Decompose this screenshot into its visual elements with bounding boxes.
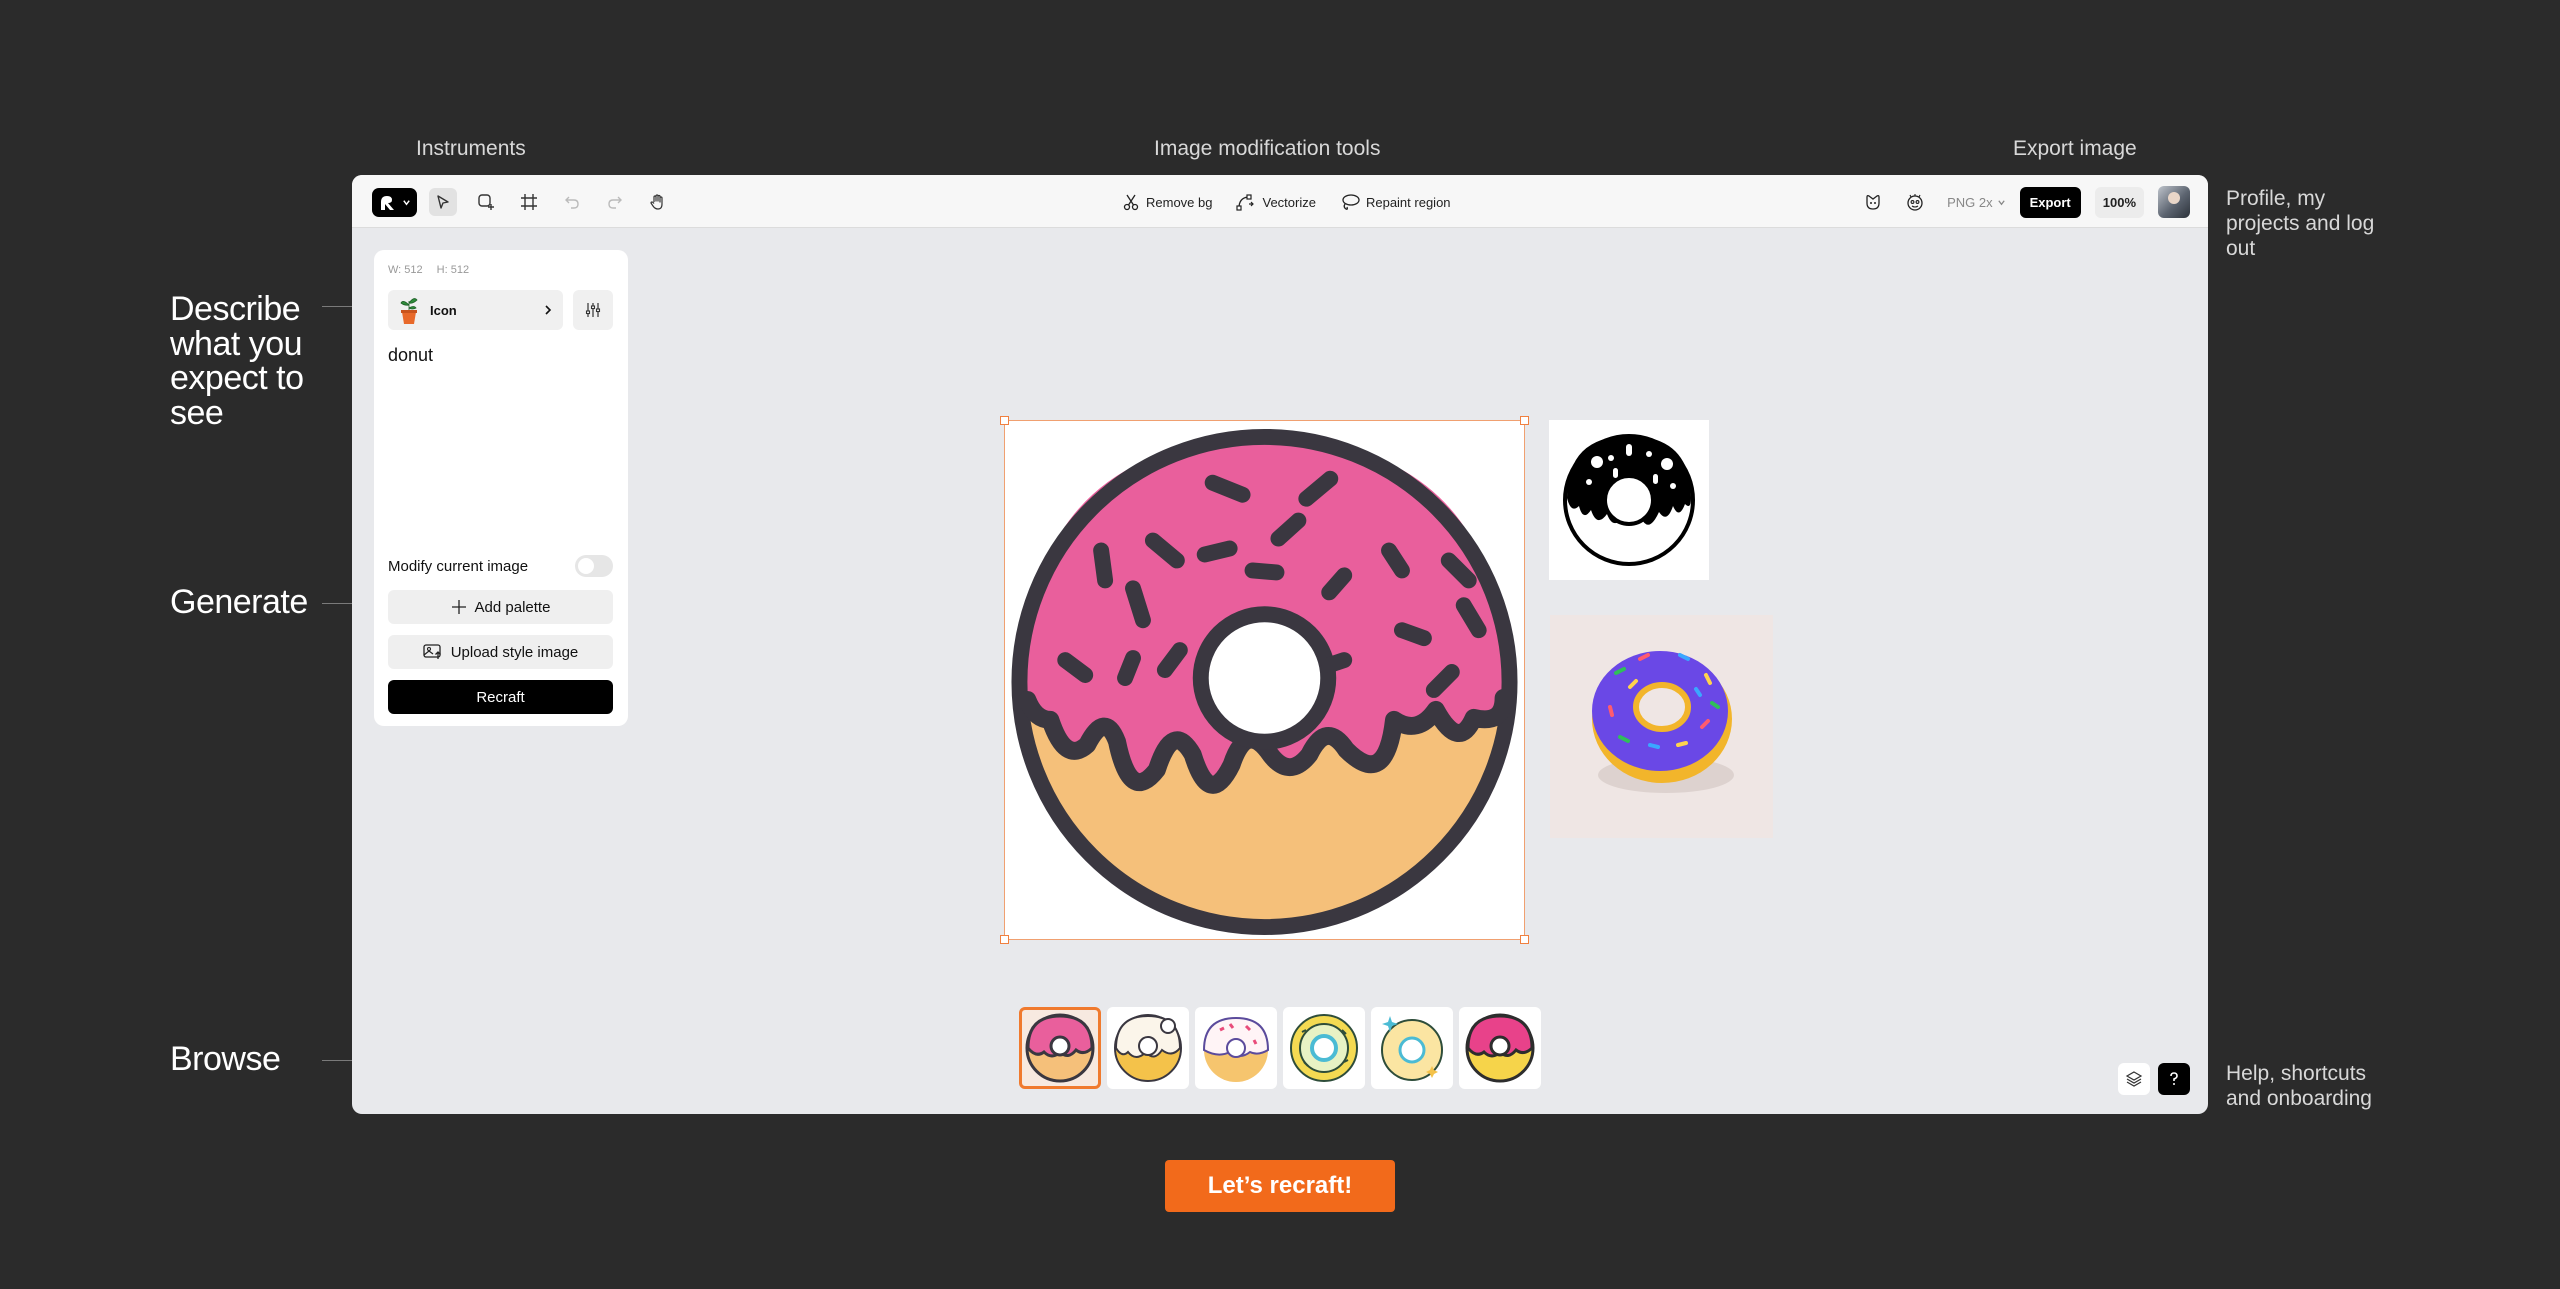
avatar[interactable]	[2158, 186, 2190, 218]
browse-thumbnail[interactable]	[1019, 1007, 1101, 1089]
generate-panel: W: 512 H: 512 Icon donut Modify current …	[374, 250, 628, 726]
modify-current-image-label: Modify current image	[388, 557, 529, 575]
donut-illustration	[1011, 428, 1518, 936]
pink-yellow-donut-thumb	[1465, 1013, 1535, 1083]
browse-thumbnail[interactable]	[1459, 1007, 1541, 1089]
black-donut-illustration	[1563, 434, 1695, 566]
annotation-generate: Generate	[170, 583, 308, 621]
height-value[interactable]: H: 512	[437, 264, 469, 276]
annotation-profile: Profile, my projects and log out	[2226, 187, 2375, 261]
export-format-label: PNG 2x	[1947, 194, 1993, 210]
style-label: Icon	[430, 302, 457, 318]
undo-icon[interactable]	[558, 188, 586, 216]
export-tools: PNG 2x Export 100%	[1863, 185, 2190, 219]
purple-donut-illustration	[1592, 651, 1734, 793]
browse-thumbnail[interactable]	[1283, 1007, 1365, 1089]
vectorize-label: Vectorize	[1262, 194, 1316, 210]
recraft-logo-icon[interactable]	[372, 188, 417, 217]
question-mark-icon	[2170, 1072, 2178, 1085]
select-arrow-icon[interactable]	[429, 188, 457, 216]
app-window: Remove bg Vectorize Repaint region PNG 2…	[352, 175, 2208, 1114]
sparkle-donut-thumb	[1381, 1016, 1443, 1081]
redo-icon[interactable]	[601, 188, 629, 216]
white-icing-donut-thumb	[1114, 1014, 1182, 1082]
annotation-image-modification-tools: Image modification tools	[1154, 137, 1381, 160]
help-button[interactable]	[2158, 1063, 2190, 1095]
layers-button[interactable]	[2118, 1063, 2150, 1095]
layers-icon	[2125, 1071, 2143, 1087]
remove-bg-button[interactable]: Remove bg	[1122, 193, 1212, 211]
canvas-image-black-donut[interactable]	[1549, 420, 1709, 580]
vectorize-icon	[1236, 194, 1255, 211]
annotation-browse: Browse	[170, 1040, 281, 1078]
face-icon[interactable]	[1905, 192, 1925, 212]
upload-style-image-label: Upload style image	[450, 643, 579, 661]
export-format-select[interactable]: PNG 2x	[1947, 195, 2006, 210]
help-controls	[2118, 1063, 2190, 1095]
vectorize-button[interactable]: Vectorize	[1236, 193, 1316, 211]
resize-handle-tr[interactable]	[1520, 416, 1529, 425]
resize-handle-tl[interactable]	[1000, 416, 1009, 425]
add-palette-button[interactable]: Add palette	[388, 590, 613, 624]
reaction-icon[interactable]	[1863, 192, 1883, 212]
browse-strip	[1019, 1007, 1541, 1089]
chevron-right-icon	[545, 305, 552, 315]
plus-icon	[451, 600, 466, 614]
add-palette-label: Add palette	[474, 598, 551, 616]
frame-icon[interactable]	[515, 188, 543, 216]
resize-handle-bl[interactable]	[1000, 935, 1009, 944]
yellow-donut-thumb	[1290, 1014, 1358, 1082]
annotation-help: Help, shortcuts and onboarding	[2226, 1062, 2372, 1111]
sprinkle-donut-thumb	[1202, 1016, 1270, 1082]
image-dimensions: W: 512 H: 512	[388, 264, 469, 276]
prompt-input[interactable]: donut	[388, 345, 433, 366]
add-frame-icon[interactable]	[472, 188, 500, 216]
modify-current-image-toggle[interactable]	[575, 555, 613, 577]
remove-bg-icon	[1123, 194, 1139, 211]
chevron-down-icon	[1997, 199, 2005, 205]
repaint-region-label: Repaint region	[1365, 194, 1451, 210]
annotation-describe: Describe what you expect to see	[170, 290, 304, 433]
upload-image-icon	[423, 644, 441, 659]
settings-button[interactable]	[573, 290, 613, 330]
zoom-level[interactable]: 100%	[2094, 186, 2144, 218]
lasso-icon	[1342, 194, 1360, 210]
remove-bg-label: Remove bg	[1146, 194, 1213, 210]
browse-thumbnail[interactable]	[1195, 1007, 1277, 1089]
hand-icon[interactable]	[644, 188, 672, 216]
width-value[interactable]: W: 512	[388, 264, 423, 276]
lets-recraft-button[interactable]: Let’s recraft!	[1165, 1160, 1395, 1212]
annotation-instruments: Instruments	[416, 137, 526, 160]
sliders-icon	[585, 303, 601, 317]
style-selector[interactable]: Icon	[388, 290, 563, 330]
modify-current-image-row: Modify current image	[388, 555, 613, 577]
pink-donut-thumb	[1025, 1013, 1095, 1083]
resize-handle-br[interactable]	[1520, 935, 1529, 944]
image-modification-tools: Remove bg Vectorize Repaint region	[1122, 189, 1451, 215]
plant-pot-icon	[400, 298, 418, 324]
export-button[interactable]: Export	[2019, 186, 2081, 218]
upload-style-image-button[interactable]: Upload style image	[388, 635, 613, 669]
selected-image[interactable]	[1000, 416, 1529, 944]
recraft-button[interactable]: Recraft	[388, 680, 613, 714]
browse-thumbnail[interactable]	[1107, 1007, 1189, 1089]
annotation-export-image: Export image	[2013, 137, 2137, 160]
canvas-image-purple-donut[interactable]	[1550, 615, 1773, 838]
toolbar: Remove bg Vectorize Repaint region PNG 2…	[352, 175, 2208, 228]
repaint-region-button[interactable]: Repaint region	[1340, 193, 1451, 211]
browse-thumbnail[interactable]	[1371, 1007, 1453, 1089]
